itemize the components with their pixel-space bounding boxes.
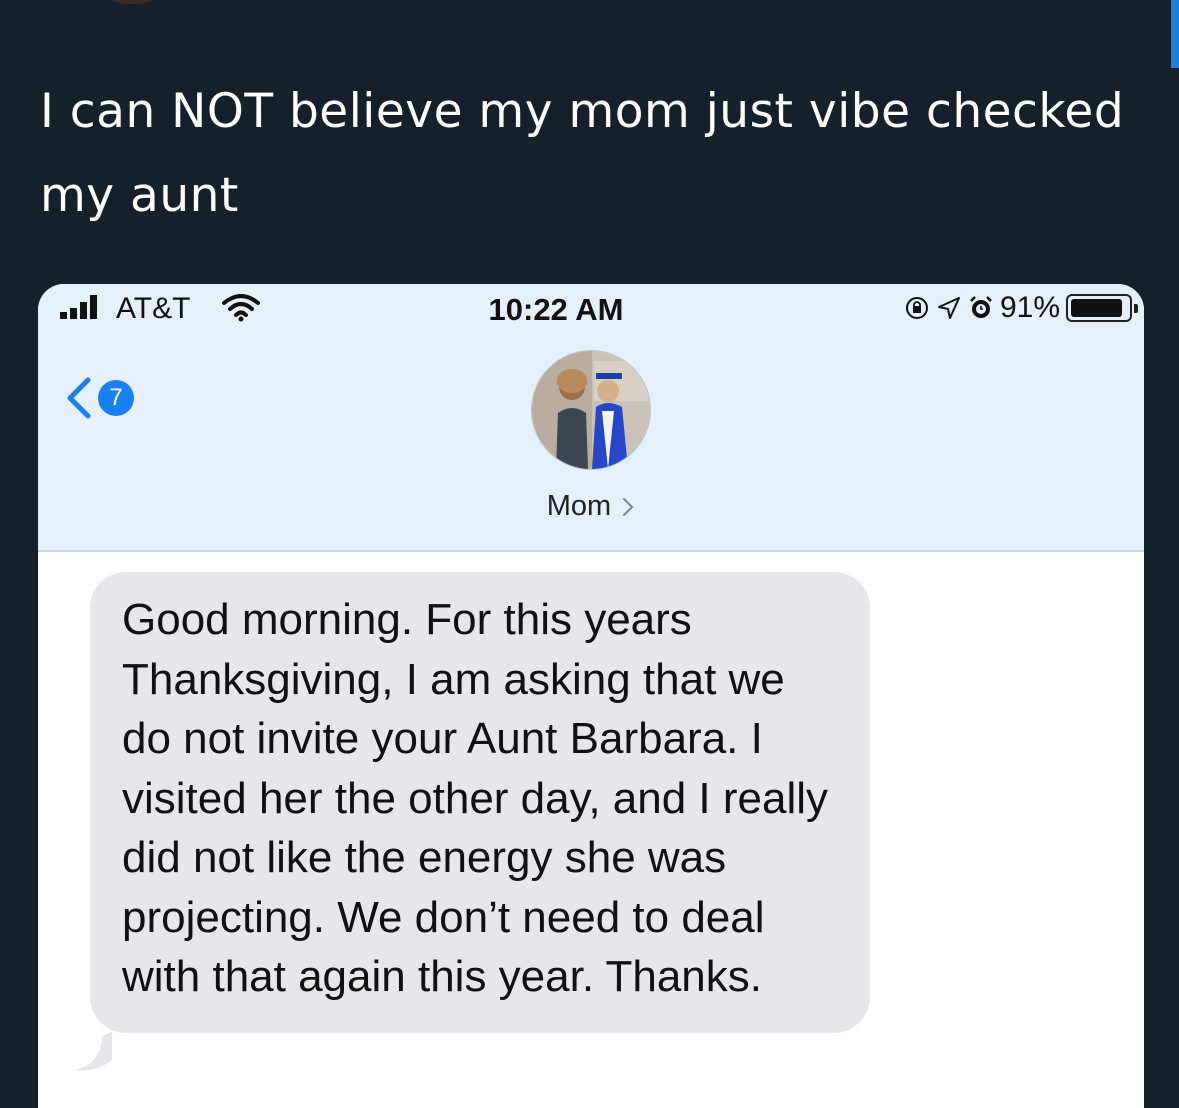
tweet-text: I can NOT believe my mom just vibe check… bbox=[40, 84, 1125, 223]
tweet-page: I can NOT believe my mom just vibe check… bbox=[0, 0, 1179, 1108]
location-arrow-icon bbox=[937, 297, 960, 319]
message-thread: Good morning. For this years Thanksgivin… bbox=[38, 552, 1144, 1108]
chevron-right-icon bbox=[623, 497, 634, 516]
alarm-icon bbox=[970, 296, 992, 318]
orientation-lock-icon bbox=[905, 297, 928, 319]
conversation-header: AT&T 10:22 AM 91% 7 Mom bbox=[38, 284, 1144, 552]
incoming-message-bubble[interactable]: Good morning. For this years Thanksgivin… bbox=[90, 572, 870, 1033]
battery-icon bbox=[1066, 294, 1138, 322]
battery-cap bbox=[1134, 304, 1138, 313]
contact-name-row[interactable]: Mom bbox=[547, 490, 635, 523]
contact-name: Mom bbox=[546, 490, 612, 522]
contact-avatar[interactable] bbox=[531, 350, 651, 470]
author-avatar[interactable] bbox=[100, 0, 164, 4]
avatar-photo bbox=[532, 351, 650, 469]
status-bar: AT&T 10:22 AM 91% bbox=[38, 284, 1144, 332]
scroll-indicator bbox=[1171, 0, 1179, 68]
phone-screenshot: AT&T 10:22 AM 91% 7 Mom Good morning. Fo… bbox=[38, 284, 1144, 1108]
bubble-tail bbox=[76, 1032, 112, 1071]
status-icons: 91% bbox=[904, 290, 1138, 326]
battery-level-fill bbox=[1071, 299, 1122, 317]
contact-header[interactable]: Mom bbox=[38, 350, 1144, 523]
battery-percent: 91% bbox=[999, 291, 1060, 324]
